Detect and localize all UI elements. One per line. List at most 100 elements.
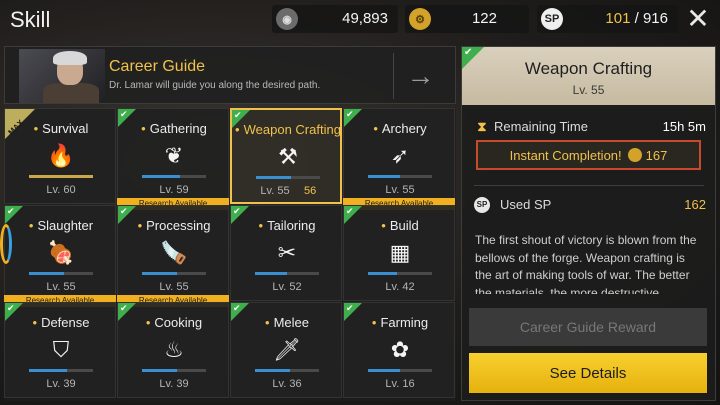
bullet-icon: • [137,218,143,233]
instant-completion-button[interactable]: Instant Completion! 167 [476,140,701,170]
avatar [19,49,105,103]
skill-progress-fill [29,175,93,178]
skill-progress-fill [368,272,397,275]
sp-separator: / [630,10,643,27]
gear-coin-resource: ⚙ 122 [405,5,529,33]
skill-progress-fill [142,175,181,178]
skill-card-weapon-crafting[interactable]: ✔ • Weapon Crafting ⚒ Lv. 55 56 [230,108,342,204]
skill-progress-fill [29,272,65,275]
hourglass-icon: ⧗ [477,119,487,134]
sp-icon: SP [541,8,563,30]
career-guide-description: Dr. Lamar will guide you along the desir… [109,80,321,91]
skill-progress-fill [368,175,400,178]
skill-name-text: Cooking [154,315,203,330]
compass-value: 49,893 [342,10,388,27]
skill-progress-fill [29,369,68,372]
sp-icon: SP [474,197,490,213]
skill-next-level: 56 [304,185,317,197]
see-details-button[interactable]: See Details [469,353,707,393]
skill-level: Lv. 16 [385,378,415,390]
skill-card-melee[interactable]: ✔ • Melee 🗡 Lv. 36 [230,302,342,398]
sp-resource: SP 101 / 916 [537,5,678,33]
skill-progress-fill [255,272,287,275]
skill-name: • Survival [5,121,117,136]
skill-card-cooking[interactable]: ✔ • Cooking ♨ Lv. 39 [117,302,229,398]
skill-grid: MAX • Survival 🔥 Lv. 60 ✔ • Gathering ❦ Lv. 59 Res… [4,108,456,401]
skill-progress-bar [142,272,206,275]
skill-card-survival[interactable]: MAX • Survival 🔥 Lv. 60 [4,108,116,204]
skill-card-slaughter[interactable]: ✔ • Slaughter 🍖 Lv. 55 [4,205,116,301]
bullet-icon: • [235,122,240,137]
remaining-time-label: Remaining Time [494,119,588,134]
skill-name-text: Tailoring [267,218,316,233]
skill-level: Lv. 55 [385,184,415,196]
skill-name-text: Slaughter [37,218,94,233]
skill-name: • Farming [344,315,456,330]
skill-level: Lv. 52 [272,281,302,293]
bullet-icon: • [258,218,264,233]
bullet-icon: • [381,218,386,233]
bullet-icon: • [371,315,377,330]
skill-description: The first shout of victory is blown from… [475,233,697,294]
close-button[interactable]: ✕ [684,5,712,34]
skill-name: • Slaughter [5,218,117,233]
skill-level: Lv. 39 [159,378,189,390]
bow-icon: ➶ [390,143,410,168]
skill-name-text: Build [389,218,419,233]
skill-detail-panel: ✔ Weapon Crafting Lv. 55 ⧗ Remaining Tim… [461,46,716,401]
bullet-icon: • [145,315,151,330]
skill-progress-bar [368,175,432,178]
skill-card-archery[interactable]: ✔ • Archery ➶ Lv. 55 [343,108,455,204]
career-guide-reward-button[interactable]: Career Guide Reward [469,308,707,346]
skill-name-text: Melee [273,315,309,330]
skill-name: • Melee [231,315,343,330]
shield-icon: ⛉ [52,337,70,362]
plant-icon: ✿ [390,337,410,362]
skill-name-text: Archery [381,121,427,136]
skill-progress-bar [142,175,206,178]
campfire-icon: 🔥 [47,143,75,168]
grill-icon: ♨ [164,337,184,362]
skill-progress-fill [142,369,178,372]
skill-progress-bar [29,369,93,372]
skill-card-farming[interactable]: ✔ • Farming ✿ Lv. 16 [343,302,455,398]
detail-header: ✔ Weapon Crafting Lv. 55 [462,47,715,105]
skill-name-text: Processing [146,218,211,233]
skill-level: Lv. 36 [272,378,302,390]
skill-level: Lv. 55 [46,281,76,293]
bullet-icon: • [28,218,34,233]
arrow-right-icon[interactable]: → [393,53,447,99]
compass-resource: ◉ 49,893 [272,5,398,33]
skill-card-defense[interactable]: ✔ • Defense ⛉ Lv. 39 [4,302,116,398]
career-guide-title: Career Guide [109,58,206,75]
skill-name: • Build [344,218,456,233]
leaves-icon: ❦ [164,143,184,168]
top-bar: Skill ◉ 49,893 ⚙ 122 SP 101 / 916 ✕ [0,0,720,42]
career-guide-banner[interactable]: Career Guide Dr. Lamar will guide you al… [4,46,456,104]
anvil-icon: ⚒ [278,144,298,169]
skill-progress-bar [256,176,320,179]
sp-total-value: 916 [642,10,668,27]
skill-card-processing[interactable]: ✔ • Processing 🪚 Lv. 55 [117,205,229,301]
skill-progress-bar [255,369,319,372]
bricks-icon: ▦ [389,240,411,265]
skill-level: Lv. 55 [260,185,290,197]
skill-name: • Gathering [118,121,230,136]
gear-coin-icon: ⚙ [409,8,431,30]
skill-name-text: Survival [42,121,89,136]
skill-card-tailoring[interactable]: ✔ • Tailoring ✂ Lv. 52 [230,205,342,301]
skill-name-text: Gathering [149,121,207,136]
skill-name: • Processing [118,218,230,233]
skill-progress-bar [29,175,93,178]
scissors-icon: ✂ [277,240,297,265]
skill-name: • Tailoring [231,218,343,233]
skill-level: Lv. 60 [46,184,76,196]
skill-name: • Weapon Crafting [232,122,344,137]
skill-card-gathering[interactable]: ✔ • Gathering ❦ Lv. 59 [117,108,229,204]
instant-completion-cost: 167 [645,147,668,163]
skill-level: Lv. 39 [46,378,76,390]
skill-level: Lv. 42 [385,281,415,293]
divider [474,185,704,186]
skill-card-build[interactable]: ✔ • Build ▦ Lv. 42 [343,205,455,301]
skill-progress-bar [255,272,319,275]
